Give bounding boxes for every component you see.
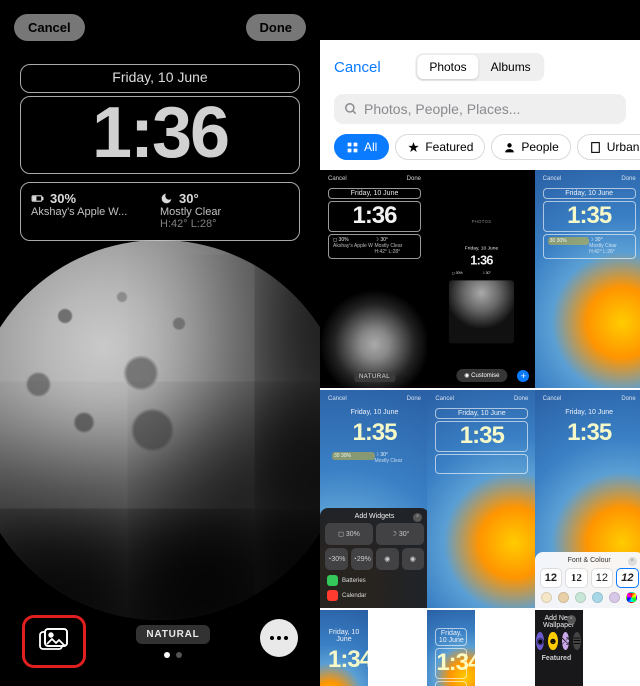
photo-thumb[interactable]: Friday, 10 June 1:34: [427, 610, 475, 686]
search-placeholder: Photos, People, Places...: [364, 101, 520, 117]
source-segmented-control[interactable]: Photos Albums: [415, 53, 544, 81]
search-input[interactable]: Photos, People, Places...: [334, 94, 626, 124]
building-icon: [589, 141, 602, 154]
photo-picker-sheet: Cancel Photos Albums Photos, People, Pla…: [320, 0, 640, 686]
photo-grid: CancelDone Friday, 10 June 1:36 ◻ 30%Aks…: [320, 170, 640, 686]
photo-thumb[interactable]: CancelDone Friday, 10 June 1:35 Font & C…: [535, 390, 640, 608]
filter-chips: All Featured People Urban: [320, 124, 640, 170]
photo-thumb[interactable]: CancelDone Friday, 10 June 1:35 30 30% ☽…: [535, 170, 640, 388]
filter-urban[interactable]: Urban: [577, 134, 640, 160]
time-widget-slot[interactable]: 1:36: [20, 96, 300, 174]
search-icon: [344, 102, 358, 116]
date-text: Friday, 10 June: [112, 69, 207, 85]
star-icon: [407, 141, 420, 154]
photo-thumb[interactable]: Friday, 10 June 1:34: [320, 610, 368, 686]
weather-temp: 30°: [179, 191, 199, 206]
date-widget-slot[interactable]: Friday, 10 June: [20, 64, 300, 93]
photo-thumb[interactable]: PHOTOS Friday, 10 June 1:36 ◻ 30%☽ 30° ◉…: [427, 170, 536, 388]
tab-photos[interactable]: Photos: [417, 55, 478, 79]
photo-thumb[interactable]: CancelDone Friday, 10 June 1:35: [427, 390, 536, 608]
weather-desc: Mostly Clear: [160, 206, 289, 218]
add-widgets-panel: Add Widgets× ◻ 30%☽ 30° ◔30%◔29%◉◉ Batte…: [320, 508, 429, 608]
battery-icon: [31, 192, 44, 205]
photo-thumb[interactable]: Add New Wallpaper× ◉ ☻ ⤭ ☰ Featured: [535, 610, 583, 686]
close-icon[interactable]: ×: [567, 615, 576, 624]
close-icon[interactable]: ×: [413, 513, 422, 522]
weather-hilo: H:42° L:28°: [160, 218, 289, 230]
status-bar-area: [320, 0, 640, 40]
filter-people[interactable]: People: [491, 134, 570, 160]
photo-picker-button[interactable]: [39, 628, 69, 655]
close-icon[interactable]: ×: [628, 557, 637, 566]
filter-mode-label: NATURAL: [136, 625, 209, 644]
grid-icon: [346, 141, 359, 154]
photo-thumb[interactable]: CancelDone Friday, 10 June 1:35 30 30% ☽…: [320, 390, 429, 608]
wallpaper-moon: [0, 240, 320, 620]
battery-percent: 30%: [50, 191, 76, 206]
cancel-button[interactable]: Cancel: [14, 14, 85, 41]
page-indicator: [164, 652, 182, 658]
ellipsis-icon: [270, 636, 288, 640]
font-colour-panel: Font & Colour× 12 12 12 12: [535, 552, 640, 608]
cancel-link[interactable]: Cancel: [334, 59, 381, 76]
person-icon: [503, 141, 516, 154]
done-button[interactable]: Done: [246, 14, 307, 41]
moon-icon: [160, 192, 173, 205]
highlight-photo-picker: [22, 615, 86, 668]
complications-slot[interactable]: 30% Akshay's Apple W... 30° Mostly Clear…: [20, 182, 300, 241]
filter-all[interactable]: All: [334, 134, 389, 160]
lockscreen-editor: Cancel Done Friday, 10 June 1:36 30% Aks…: [0, 0, 320, 686]
add-icon[interactable]: +: [517, 370, 529, 382]
more-options-button[interactable]: [260, 619, 298, 657]
filter-featured[interactable]: Featured: [395, 134, 485, 160]
photo-thumb[interactable]: CancelDone Friday, 10 June 1:36 ◻ 30%Aks…: [320, 170, 429, 388]
time-text: 1:36: [21, 99, 299, 167]
tab-albums[interactable]: Albums: [479, 55, 543, 79]
battery-device: Akshay's Apple W...: [31, 206, 160, 218]
